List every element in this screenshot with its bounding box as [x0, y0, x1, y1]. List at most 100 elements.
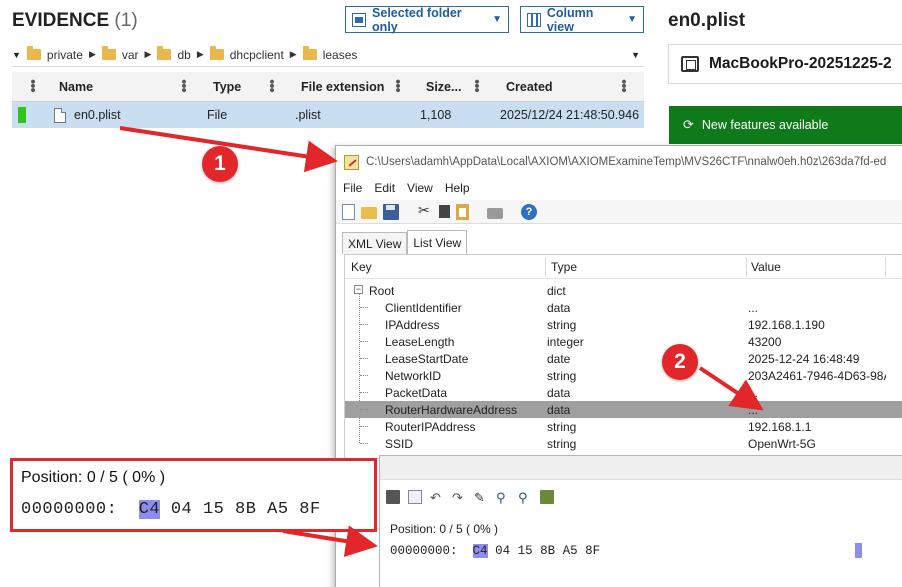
tab-list-view[interactable]: List View — [407, 230, 468, 254]
plist-row[interactable]: LeaseStartDate date 2025-12-24 16:48:49 — [345, 350, 902, 367]
cell-key: NetworkID — [385, 368, 442, 383]
plist-row[interactable]: NetworkID string 203A2461-7946-4D63-98AF — [345, 367, 902, 384]
breadcrumb-item[interactable]: db — [177, 48, 190, 62]
device-icon — [681, 56, 699, 72]
column-menu-icon[interactable]: ••• — [389, 79, 406, 92]
device-card[interactable]: MacBookPro-20251225-2 — [668, 44, 902, 84]
device-name: MacBookPro-20251225-2 — [709, 55, 892, 72]
find-icon[interactable]: ⚲ — [496, 490, 510, 505]
column-menu-icon[interactable]: ••• — [24, 79, 41, 92]
column-menu-icon[interactable]: ••• — [468, 79, 485, 92]
plist-row[interactable]: IPAddress string 192.168.1.190 — [345, 316, 902, 333]
print-icon[interactable] — [487, 207, 503, 219]
plist-row-selected[interactable]: RouterHardwareAddress data ... — [345, 401, 902, 418]
evidence-title-label: EVIDENCE — [12, 10, 110, 31]
cell-value: 43200 — [748, 334, 782, 349]
plist-row[interactable]: RouterIPAddress string 192.168.1.1 — [345, 418, 902, 435]
export-icon[interactable] — [408, 490, 422, 504]
zoom-position: Position: 0 / 5 ( 0% ) — [21, 469, 166, 486]
breadcrumb-separator-icon: ▶ — [289, 49, 297, 59]
folder-icon — [101, 46, 116, 60]
details-title: en0.plist — [668, 10, 746, 31]
new-features-banner[interactable]: ⟳ New features available — [669, 106, 902, 144]
column-view-button[interactable]: Column view ▼ — [520, 6, 644, 34]
window-titlebar[interactable]: C:\Users\adamh\AppData\Local\AXIOM\AXIOM… — [336, 146, 902, 178]
breadcrumb-item[interactable]: var — [122, 48, 139, 62]
breadcrumb-item[interactable]: leases — [323, 48, 358, 62]
column-header-type[interactable]: Type — [547, 255, 577, 279]
window-title: C:\Users\adamh\AppData\Local\AXIOM\AXIOM… — [366, 156, 887, 168]
column-header-type[interactable]: Type — [213, 72, 241, 102]
cell-key: SSID — [385, 436, 414, 451]
paste-icon[interactable] — [456, 203, 469, 220]
evidence-title: EVIDENCE (1) — [12, 10, 138, 32]
plist-editor-icon — [344, 154, 359, 170]
help-icon[interactable]: ? — [521, 203, 537, 220]
column-header-value[interactable]: Value — [747, 255, 781, 279]
zoom-callout: Position: 0 / 5 ( 0% ) 00000000: C4 04 1… — [10, 458, 377, 532]
column-menu-icon[interactable]: ••• — [263, 79, 280, 92]
chevron-down-icon: ▼ — [627, 14, 637, 25]
tab-xml-view[interactable]: XML View — [342, 232, 408, 254]
cell-key: RouterHardwareAddress — [385, 402, 518, 417]
breadcrumb: ▼ private ▶ var ▶ db ▶ dhcpclient ▶ leas… — [12, 43, 644, 67]
expand-triangle-icon[interactable]: ▼ — [12, 50, 21, 60]
copy-icon[interactable] — [439, 205, 450, 218]
hex-viewer-window: ↶ ↷ ✎ ⚲ ⚲ Position: 0 / 5 ( 0% ) 0000000… — [379, 455, 902, 587]
save-icon[interactable] — [383, 203, 399, 220]
menu-view[interactable]: View — [407, 181, 433, 195]
column-header-key[interactable]: Key — [347, 255, 372, 279]
undo-icon[interactable]: ↶ — [430, 490, 444, 505]
menu-edit[interactable]: Edit — [374, 181, 395, 195]
find-replace-icon[interactable]: ⚲ — [518, 490, 532, 505]
options-icon[interactable] — [540, 490, 554, 504]
hex-position: Position: 0 / 5 ( 0% ) — [390, 522, 499, 536]
goto-icon[interactable]: ✎ — [474, 490, 488, 505]
cell-key: PacketData — [385, 385, 448, 400]
hex-viewer-titlebar[interactable] — [380, 456, 902, 480]
folder-filter-icon — [352, 12, 367, 27]
plist-row-root[interactable]: − Root dict — [345, 282, 902, 299]
redo-icon[interactable]: ↷ — [452, 490, 466, 505]
column-header-extension[interactable]: File extension — [301, 72, 384, 102]
plist-row[interactable]: LeaseLength integer 43200 — [345, 333, 902, 350]
column-header-size[interactable]: Size... — [426, 72, 461, 102]
cell-key: RouterIPAddress — [385, 419, 476, 434]
hex-line[interactable]: 00000000: C4 04 15 8B A5 8F — [390, 544, 600, 558]
column-menu-icon[interactable]: ••• — [175, 79, 192, 92]
breadcrumb-dropdown-icon[interactable]: ▼ — [631, 50, 640, 60]
cell-value: 192.168.1.190 — [748, 317, 825, 332]
save-icon[interactable] — [386, 490, 400, 504]
plist-row[interactable]: PacketData data ... — [345, 384, 902, 401]
table-row[interactable]: en0.plist File .plist 1,108 2025/12/24 2… — [12, 102, 644, 128]
cell-type: date — [547, 351, 571, 366]
selected-folder-only-button[interactable]: Selected folder only ▼ — [345, 6, 509, 34]
evidence-grid-header: ••• Name ••• Type ••• File extension •••… — [12, 72, 644, 102]
zoom-offset: 00000000: — [21, 500, 118, 519]
zoom-byte-selected: C4 — [138, 500, 161, 519]
hex-byte-selected[interactable]: C4 — [472, 544, 488, 558]
column-menu-icon[interactable]: ••• — [615, 79, 632, 92]
file-icon — [54, 107, 66, 123]
collapse-icon[interactable]: − — [354, 285, 363, 294]
breadcrumb-item[interactable]: private — [47, 48, 83, 62]
plist-row[interactable]: ClientIdentifier data ... — [345, 299, 902, 316]
column-header-name[interactable]: Name — [59, 72, 93, 102]
column-header-created[interactable]: Created — [506, 72, 553, 102]
cut-icon[interactable] — [417, 202, 433, 220]
cell-key: Root — [369, 283, 395, 298]
cell-value: OpenWrt-5G — [748, 436, 816, 451]
open-folder-icon[interactable] — [361, 207, 377, 219]
plist-row[interactable]: SSID string OpenWrt-5G — [345, 435, 902, 452]
hex-toolbar: ↶ ↷ ✎ ⚲ ⚲ — [386, 490, 554, 505]
new-file-icon[interactable] — [342, 203, 355, 220]
spinner-icon: ⟳ — [683, 117, 694, 132]
cell-type: data — [547, 300, 571, 315]
menu-help[interactable]: Help — [445, 181, 470, 195]
breadcrumb-item[interactable]: dhcpclient — [230, 48, 284, 62]
cell-value: ... — [748, 402, 759, 417]
zoom-bytes: 04 15 8B A5 8F — [170, 500, 321, 519]
menu-file[interactable]: File — [343, 181, 362, 195]
new-features-label: New features available — [701, 118, 829, 132]
hex-offset: 00000000: — [390, 544, 458, 558]
